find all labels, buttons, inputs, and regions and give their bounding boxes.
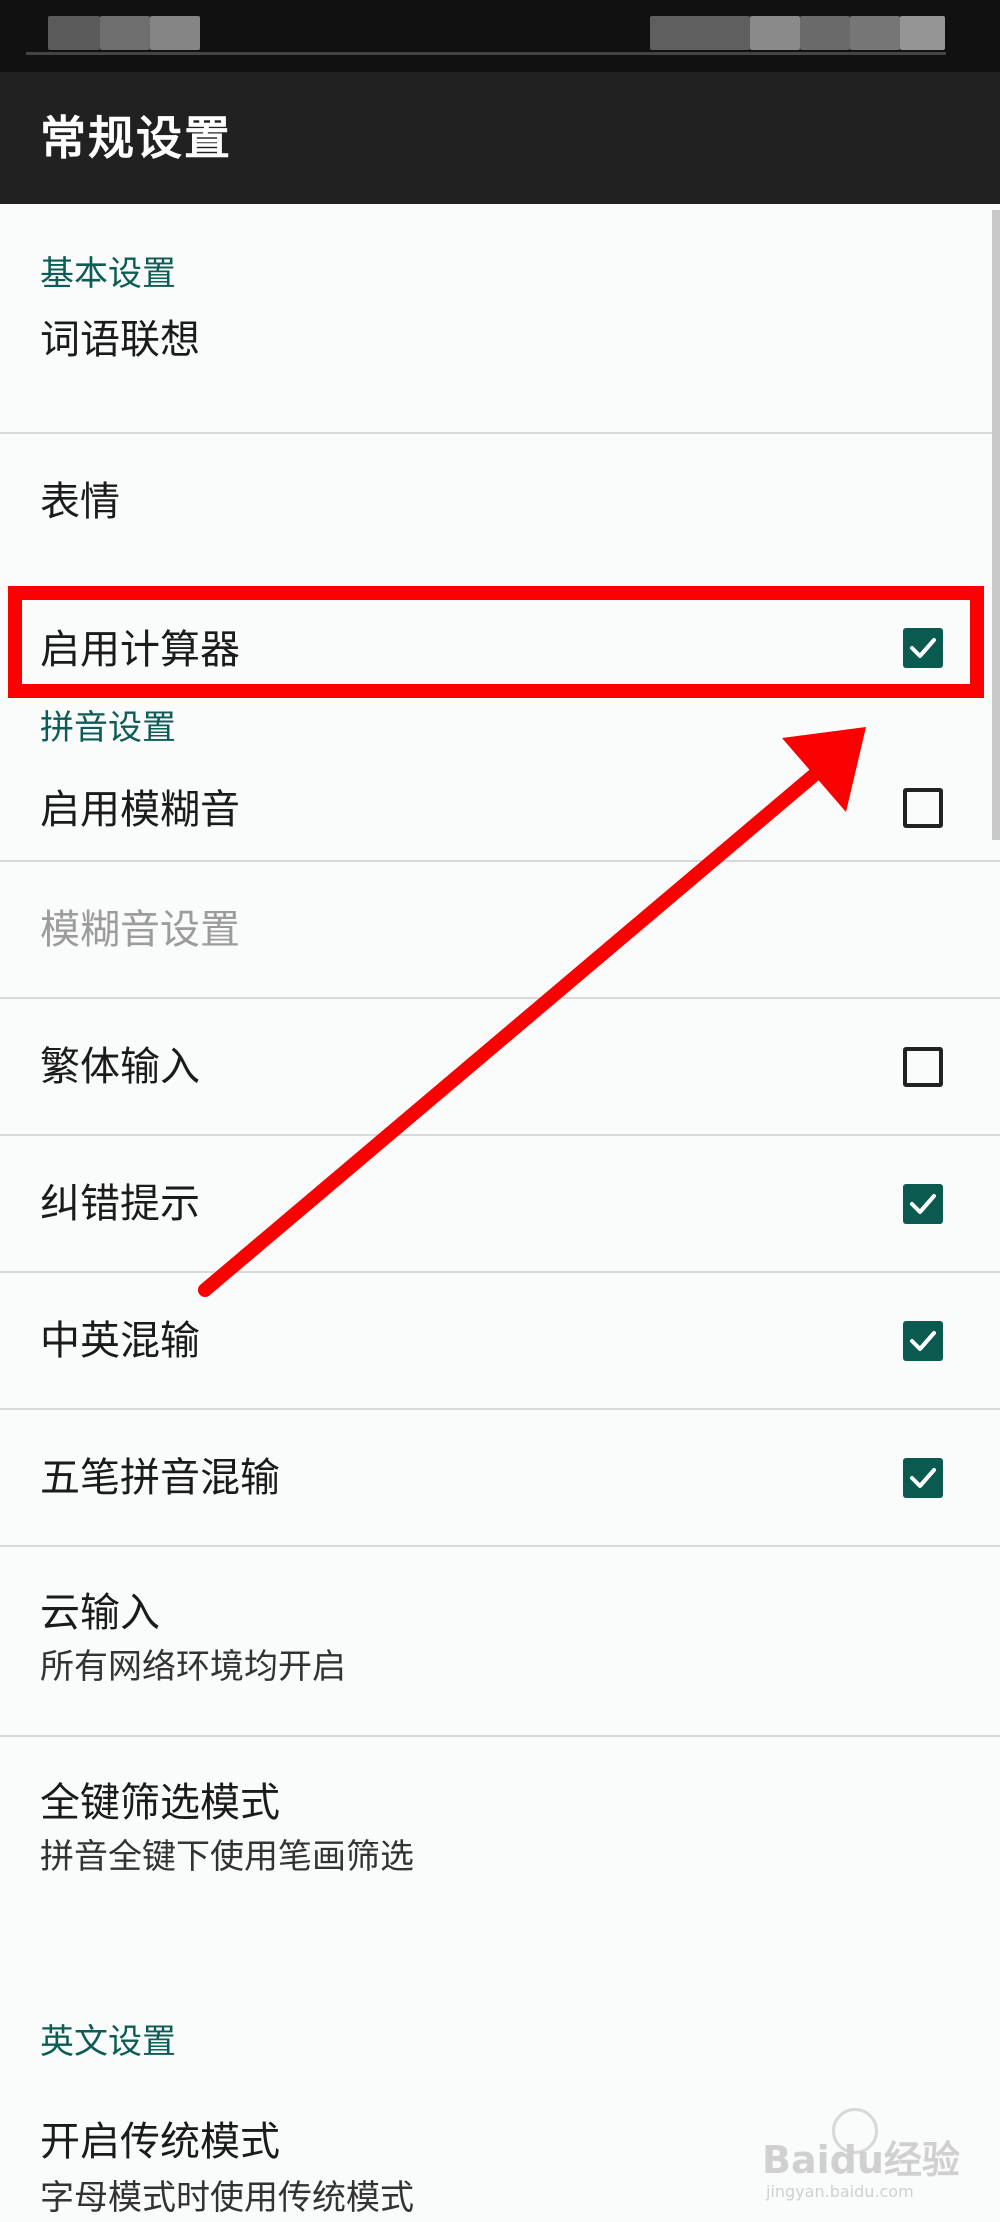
watermark-brand: Baidu经验 [762,2138,960,2182]
watermark-url: jingyan.baidu.com [766,2182,914,2201]
annotation-arrow-shaft [198,763,827,1297]
annotation-arrow [198,727,866,1297]
watermark: Baidu经验 jingyan.baidu.com [762,2108,962,2208]
